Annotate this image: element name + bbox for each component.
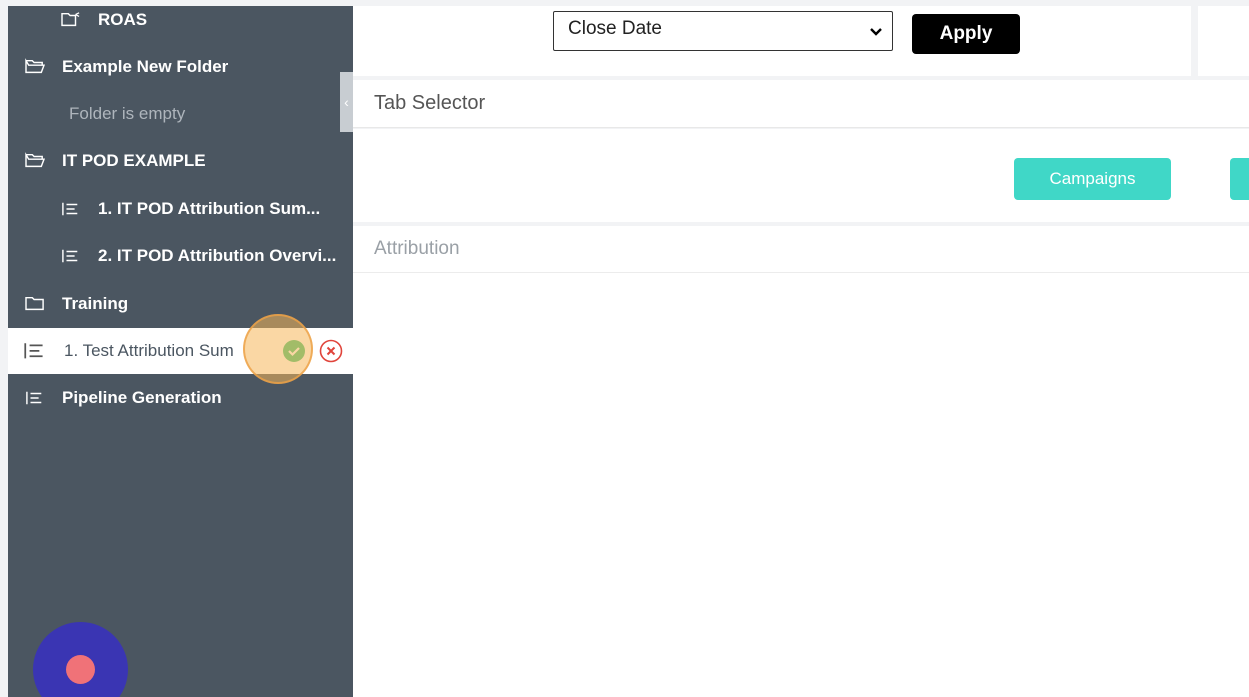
sidebar-item-label: Pipeline Generation [62,388,222,407]
filter-panel: Close Date Apply [353,6,1191,76]
tab-selector-title: Tab Selector [374,92,486,114]
chevron-left-icon: ‹ [344,94,349,110]
sidebar-item-label: Example New Folder [62,57,229,76]
chevron-down-icon [870,28,882,36]
sidebar-item-pipeline-generation[interactable]: Pipeline Generation [8,375,353,421]
sidebar-item-label: Training [62,294,129,313]
folder-icon [22,294,48,314]
sidebar-item-label: IT POD EXAMPLE [62,151,206,170]
tab-button-partial[interactable] [1230,158,1249,200]
sidebar-item-it-pod-attribution-summary[interactable]: 1. IT POD Attribution Sum... [8,186,353,232]
sidebar-item-label: 1. IT POD Attribution Sum... [98,199,321,218]
tab-selector-header: Tab Selector [353,80,1249,128]
tab-selector-content: Campaigns [353,129,1249,222]
sidebar-item-it-pod-attribution-overview[interactable]: 2. IT POD Attribution Overvi... [8,233,353,279]
cancel-circle-icon[interactable] [319,339,343,363]
filter-panel-secondary [1198,6,1249,76]
click-highlight [243,314,313,384]
sidebar-item-roas[interactable]: ROAS [8,0,353,43]
folder-open-icon [22,151,48,171]
attribution-panel: Attribution [353,226,1249,697]
report-icon [22,340,48,362]
sidebar-item-label: 2. IT POD Attribution Overvi... [98,246,337,265]
campaigns-tab-button[interactable]: Campaigns [1014,158,1171,200]
report-icon [58,199,84,219]
attribution-title: Attribution [374,238,460,259]
select-value: Close Date [568,18,662,39]
folder-open-icon [22,57,48,77]
rename-input[interactable] [64,341,254,361]
divider [353,272,1249,273]
date-type-select[interactable]: Close Date [553,11,893,51]
folder-share-icon [58,10,84,30]
report-icon [22,388,48,408]
collapse-sidebar-handle[interactable]: ‹ [340,72,353,132]
sidebar-item-it-pod-example[interactable]: IT POD EXAMPLE [8,138,353,184]
record-dot-icon [66,655,95,684]
report-icon [58,246,84,266]
apply-button[interactable]: Apply [912,14,1020,54]
sidebar-item-example-new-folder[interactable]: Example New Folder [8,44,353,90]
sidebar-item-training[interactable]: Training [8,281,353,327]
sidebar-item-label: ROAS [98,10,148,29]
folder-empty-text: Folder is empty [69,104,186,123]
